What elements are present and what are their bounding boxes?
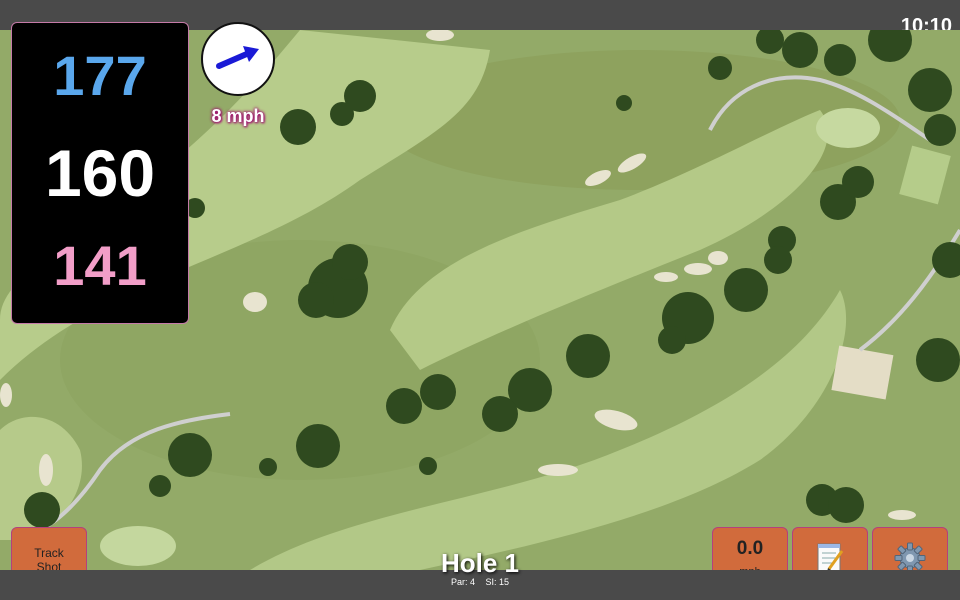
hole-title: Hole 1 <box>440 548 520 578</box>
front-distance: 141 <box>53 234 147 297</box>
arrow-icon <box>216 46 259 69</box>
middle-distance: 160 <box>44 136 156 210</box>
hole-info: Par: 4 SI: 15 <box>380 577 580 587</box>
wind-direction-indicator[interactable] <box>201 22 275 96</box>
wind-speed-label: 8 mph <box>211 106 265 126</box>
hole-par: Par: 4 <box>450 577 475 587</box>
track-shot-label-line1: Track <box>34 546 64 560</box>
hole-stroke-index: SI: 15 <box>485 577 510 587</box>
back-distance: 177 <box>53 44 147 107</box>
speed-value: 0.0 <box>736 538 764 559</box>
distance-panel[interactable]: 177 160 141 <box>11 22 189 324</box>
